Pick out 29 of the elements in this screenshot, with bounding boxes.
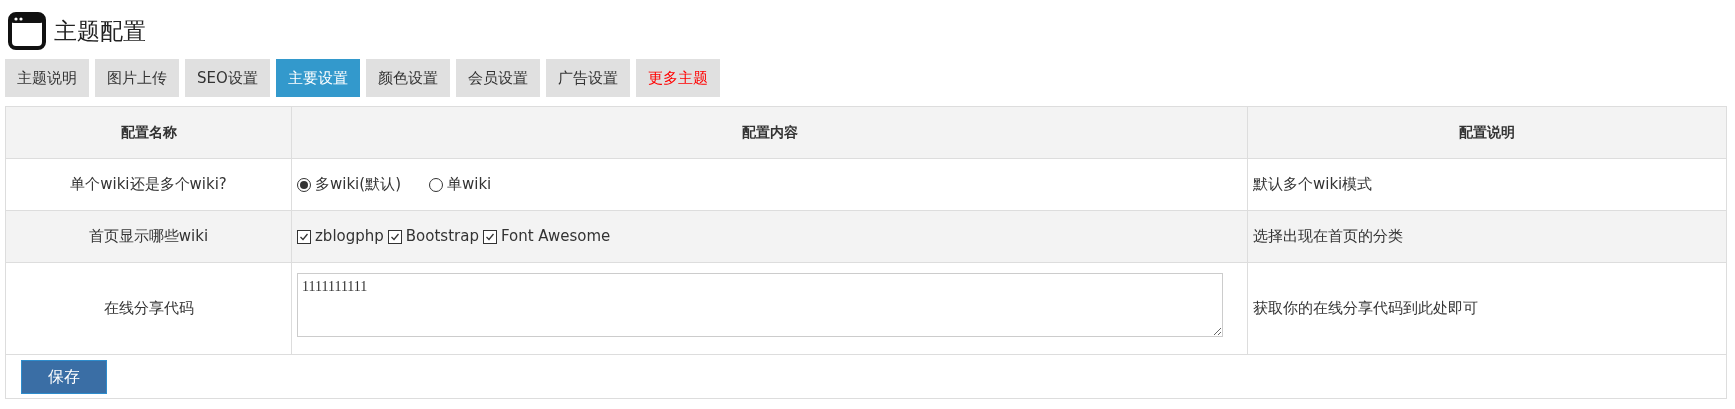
checkbox[interactable] <box>482 229 497 244</box>
radio-button[interactable] <box>429 177 443 192</box>
checkbox-option[interactable]: zblogphp <box>297 225 384 248</box>
column-header: 配置名称 <box>5 106 292 159</box>
column-header: 配置内容 <box>291 106 1248 159</box>
table-cell: 首页显示哪些wiki <box>5 210 292 263</box>
tab[interactable]: 会员设置 <box>455 59 540 97</box>
save-button[interactable]: 保存 <box>21 359 107 394</box>
checkbox-option[interactable]: Font Awesome <box>482 225 611 248</box>
tab[interactable]: 图片上传 <box>95 59 179 97</box>
table-cell: 默认多个wiki模式 <box>1247 158 1727 211</box>
share-code-field[interactable]: 1111111111 <box>297 273 1223 338</box>
radio-option[interactable]: 多wiki(默认) <box>297 173 401 196</box>
tab[interactable]: 主题说明 <box>5 59 89 97</box>
tab[interactable]: SEO设置 <box>185 59 270 97</box>
page-title: 主题配置 <box>54 16 146 46</box>
tab[interactable]: 颜色设置 <box>365 59 450 97</box>
table-cell: 在线分享代码 <box>5 262 292 355</box>
column-header: 配置说明 <box>1247 106 1727 159</box>
checkbox[interactable] <box>387 229 402 244</box>
checkbox-option[interactable]: Bootstrap <box>387 225 479 248</box>
radio-button[interactable] <box>297 177 311 192</box>
table-cell: 选择出现在首页的分类 <box>1247 210 1727 263</box>
table-cell: 获取你的在线分享代码到此处即可 <box>1247 262 1727 355</box>
table-cell: 单个wiki还是多个wiki? <box>5 158 292 211</box>
checkbox[interactable] <box>297 229 311 244</box>
radio-option[interactable]: 单wiki <box>429 173 492 196</box>
tab[interactable]: 广告设置 <box>545 59 630 97</box>
window-icon <box>8 12 46 50</box>
